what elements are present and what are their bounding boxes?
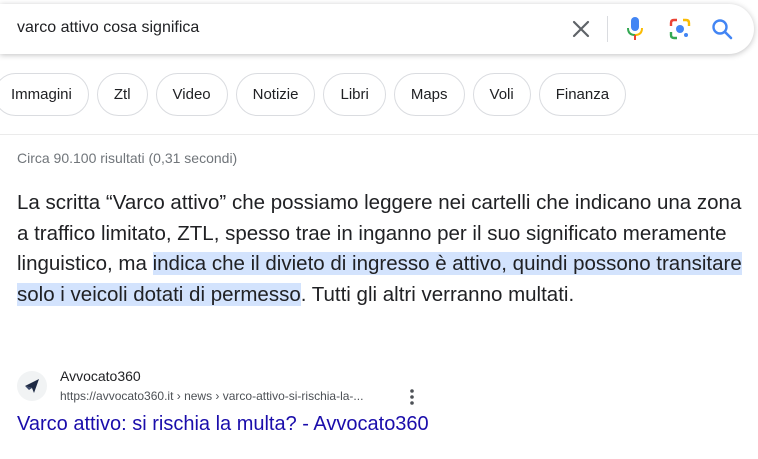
filter-chip-ztl[interactable]: Ztl: [96, 73, 148, 116]
filter-chip-maps[interactable]: Maps: [393, 73, 465, 116]
result-title-link[interactable]: Varco attivo: si rischia la multa? - Avv…: [17, 413, 429, 436]
mic-icon[interactable]: [623, 17, 647, 41]
search-icon[interactable]: [710, 17, 734, 41]
lens-icon[interactable]: [668, 17, 692, 41]
snippet-text-after: . Tutti gli altri verranno multati.: [300, 282, 575, 306]
filter-chip-finanza[interactable]: Finanza: [538, 73, 627, 116]
source-site-name[interactable]: Avvocato360: [60, 368, 141, 384]
filter-chip-notizie[interactable]: Notizie: [235, 73, 316, 116]
search-input[interactable]: varco attivo cosa significa: [17, 19, 199, 37]
source-url[interactable]: https://avvocato360.it › news › varco-at…: [60, 389, 363, 403]
search-bar: varco attivo cosa significa: [0, 4, 754, 54]
filter-chip-immagini[interactable]: Immagini: [0, 73, 89, 116]
clear-icon[interactable]: [569, 17, 593, 41]
featured-snippet: La scritta “Varco attivo” che possiamo l…: [17, 188, 752, 310]
filter-chip-libri[interactable]: Libri: [323, 73, 386, 116]
result-stats: Circa 90.100 risultati (0,31 secondi): [17, 150, 238, 166]
more-vert-icon[interactable]: [404, 388, 420, 406]
filter-chips: Immagini Ztl Video Notizie Libri Maps Vo…: [0, 73, 627, 116]
search-bar-divider: [607, 16, 608, 42]
filter-chip-voli[interactable]: Voli: [472, 73, 531, 116]
header-divider: [0, 134, 758, 135]
filter-chip-video[interactable]: Video: [155, 73, 228, 116]
avvocato360-favicon-icon[interactable]: [17, 371, 47, 401]
